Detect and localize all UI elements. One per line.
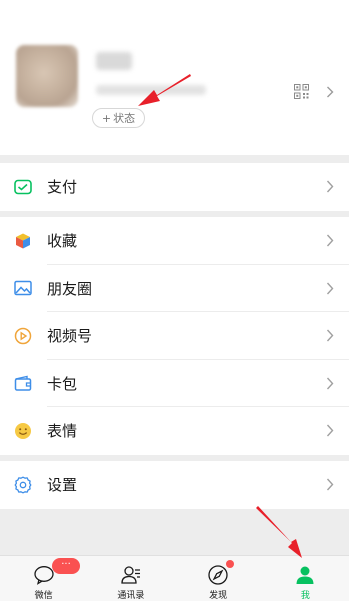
menu-label-stickers: 表情: [47, 422, 78, 441]
tab-me[interactable]: 我: [262, 556, 349, 601]
qr-code-icon[interactable]: [294, 84, 309, 99]
chevron-right-icon: [327, 86, 334, 98]
tab-label-chats: 微信: [34, 591, 53, 601]
tab-label-discover: 发现: [209, 591, 228, 601]
menu-item-moments[interactable]: 朋友圈: [0, 265, 349, 312]
menu-group-pay: 支付: [0, 163, 349, 211]
menu-item-stickers[interactable]: 表情: [0, 407, 349, 455]
tab-label-me: 我: [300, 591, 310, 601]
menu-group-main: 收藏 朋友圈 视频号 卡包 表情: [0, 217, 349, 455]
tab-contacts[interactable]: 通讯录: [87, 556, 174, 601]
menu-label-settings: 设置: [47, 476, 78, 495]
menu-label-favorites: 收藏: [47, 232, 78, 251]
bottom-tab-bar: 微信 ··· 通讯录 发现 我: [0, 555, 349, 601]
stickers-smiley-icon: [14, 422, 32, 440]
favorites-cube-icon: [14, 232, 32, 250]
contacts-person-icon: [121, 566, 140, 584]
menu-item-favorites[interactable]: 收藏: [0, 217, 349, 265]
chevron-right-icon: [326, 180, 334, 193]
card-package-icon: [14, 374, 32, 392]
menu-label-card-package: 卡包: [47, 374, 78, 393]
me-person-icon: [296, 566, 314, 584]
chevron-right-icon: [326, 329, 334, 342]
menu-label-pay: 支付: [47, 178, 78, 197]
tab-label-contacts: 通讯录: [117, 591, 145, 601]
plus-icon: +: [101, 111, 112, 125]
compass-icon: [208, 565, 228, 585]
chevron-right-icon: [326, 424, 334, 437]
add-status-button[interactable]: + 状态: [92, 108, 145, 128]
menu-label-moments: 朋友圈: [47, 279, 93, 298]
unread-badge: ···: [52, 558, 80, 574]
chevron-right-icon: [326, 282, 334, 294]
menu-label-channels: 视频号: [47, 327, 93, 346]
avatar[interactable]: [16, 45, 78, 107]
settings-gear-icon: [14, 476, 32, 494]
menu-item-settings[interactable]: 设置: [0, 461, 349, 509]
channels-play-icon: [14, 327, 32, 345]
menu-group-settings: 设置: [0, 461, 349, 509]
moments-photo-icon: [14, 279, 32, 297]
discover-red-dot: [226, 560, 234, 568]
wechat-id-blurred: [96, 85, 206, 95]
menu-item-channels[interactable]: 视频号: [0, 312, 349, 360]
tab-chats[interactable]: 微信 ···: [0, 556, 87, 601]
menu-item-pay[interactable]: 支付: [0, 163, 349, 211]
chevron-right-icon: [326, 478, 334, 491]
menu-item-card-package[interactable]: 卡包: [0, 360, 349, 407]
nickname-blurred: [96, 52, 132, 70]
profile-header[interactable]: + 状态: [0, 0, 349, 155]
tab-discover[interactable]: 发现: [175, 556, 262, 601]
status-label: 状态: [113, 112, 136, 125]
chevron-right-icon: [326, 377, 334, 389]
annotation-arrow-me: [256, 506, 302, 558]
pay-icon: [14, 178, 32, 196]
chevron-right-icon: [326, 234, 334, 247]
